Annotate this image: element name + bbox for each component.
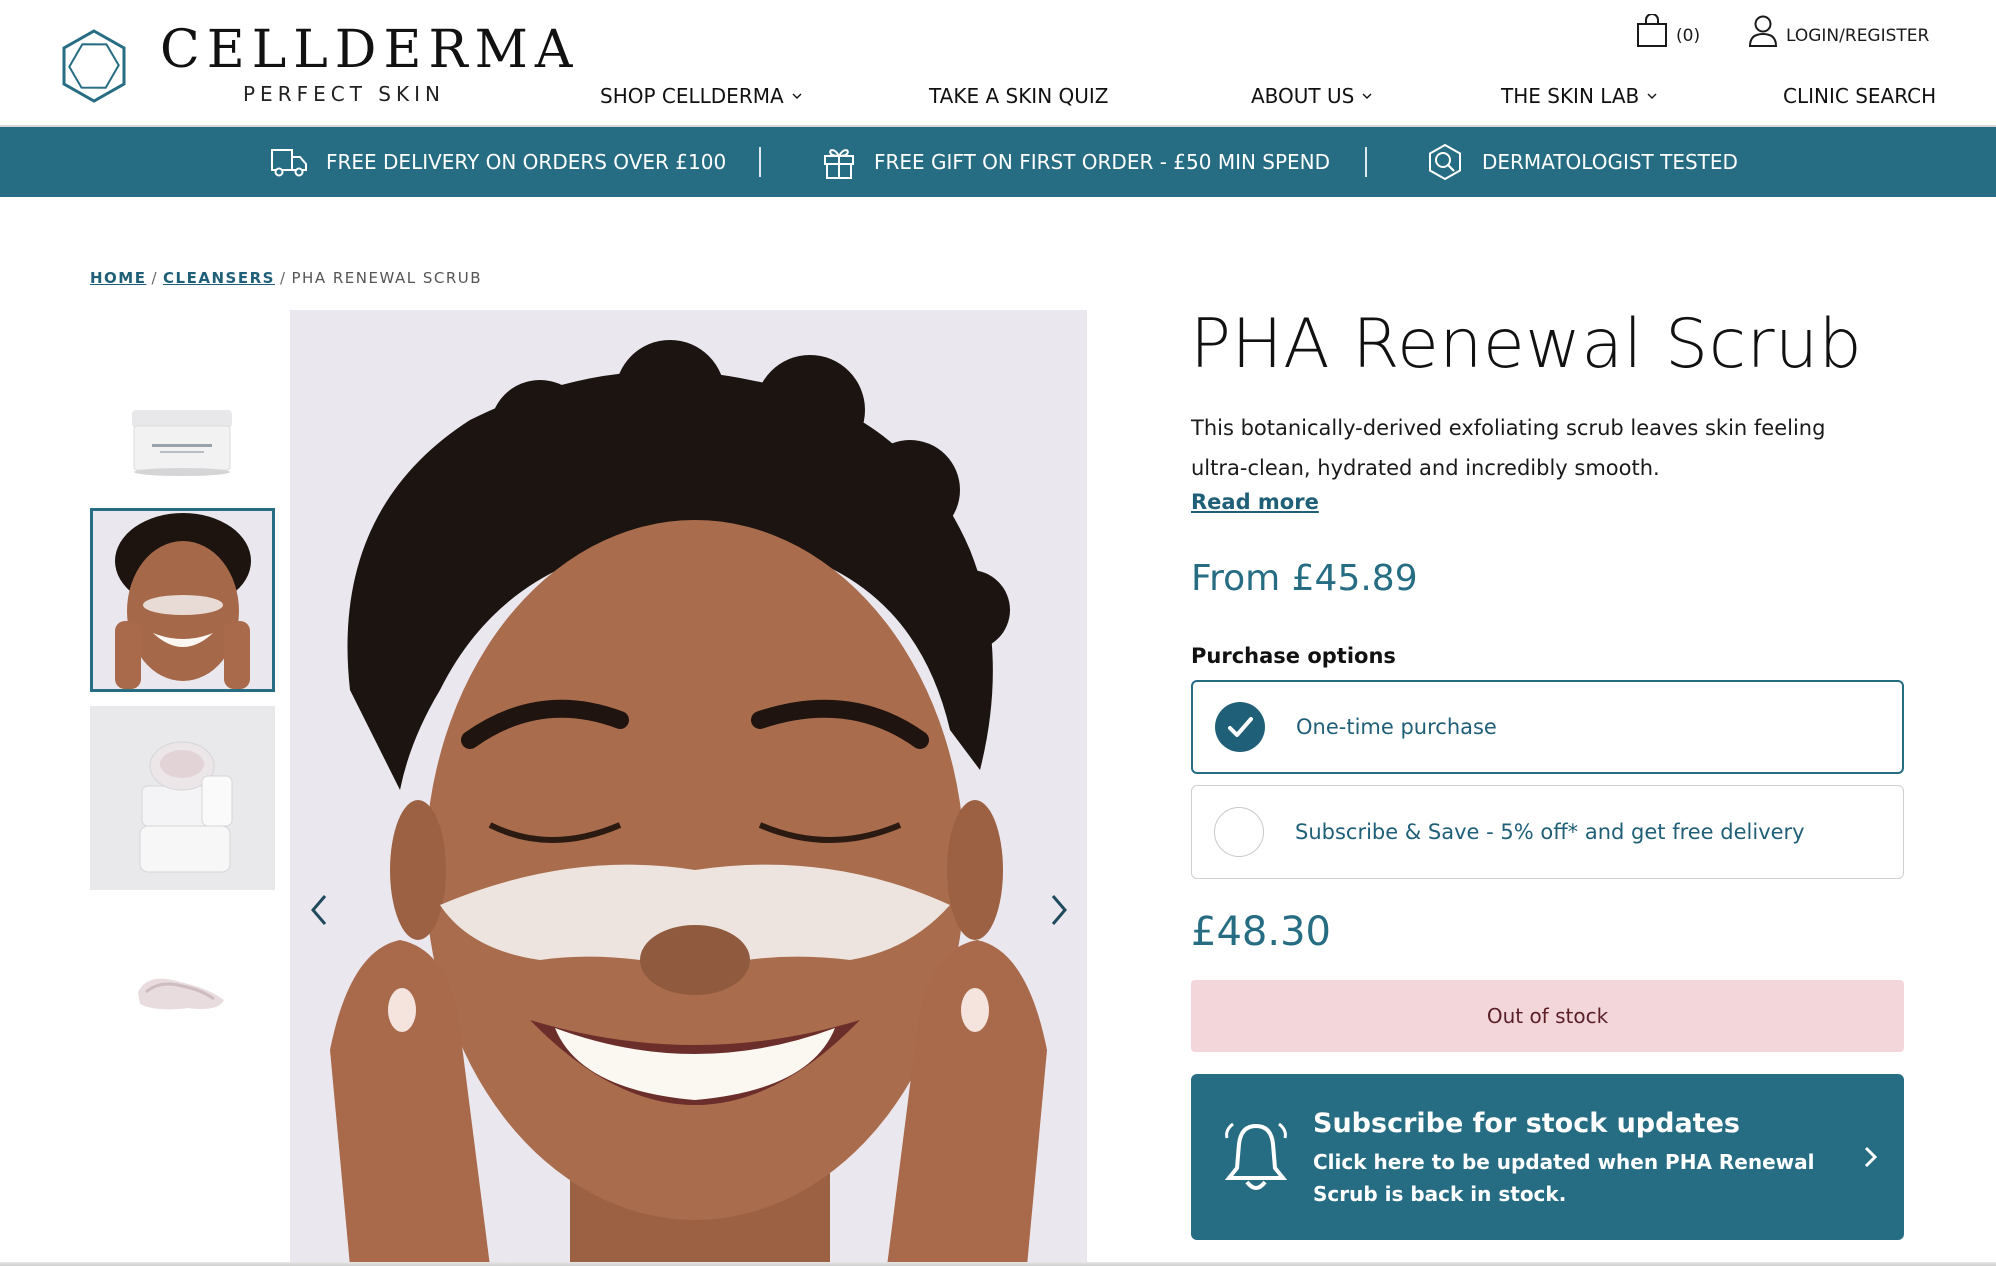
stacked-jars-image	[90, 706, 275, 890]
read-more-link[interactable]: Read more	[1191, 490, 1319, 514]
shopping-bag-icon	[1637, 14, 1667, 47]
product-price: £48.30	[1191, 909, 1331, 955]
breadcrumb: HOME / CLEANSERS / PHA RENEWAL SCRUB	[90, 269, 482, 287]
purchase-options-label: Purchase options	[1191, 644, 1396, 668]
product-description: This botanically-derived exfoliating scr…	[1191, 416, 1826, 480]
nav-skin-quiz[interactable]: TAKE A SKIN QUIZ	[929, 84, 1109, 108]
banner-text: FREE GIFT ON FIRST ORDER - £50 MIN SPEND	[874, 150, 1331, 174]
thumbnail-jar[interactable]	[90, 348, 275, 532]
user-icon	[1748, 15, 1778, 47]
banner-free-delivery: FREE DELIVERY ON ORDERS OVER £100	[270, 127, 726, 197]
out-of-stock-button[interactable]: Out of stock	[1191, 980, 1904, 1052]
truck-icon	[271, 149, 307, 177]
product-hero-image	[290, 310, 1087, 1266]
next-image-arrow-icon[interactable]	[1043, 890, 1073, 930]
banner-divider	[759, 147, 761, 177]
banner-free-gift: FREE GIFT ON FIRST ORDER - £50 MIN SPEND	[822, 127, 1330, 197]
checkmark-icon	[1228, 717, 1253, 737]
nav-skin-lab[interactable]: THE SKIN LAB	[1501, 84, 1657, 108]
nav-label: TAKE A SKIN QUIZ	[929, 84, 1109, 108]
option-label: One-time purchase	[1296, 715, 1497, 739]
brand-name[interactable]: CELLDERMA	[160, 20, 579, 80]
nav-label: SHOP CELLDERMA	[600, 84, 784, 108]
chevron-right-icon	[1864, 1146, 1878, 1168]
banner-text: FREE DELIVERY ON ORDERS OVER £100	[326, 150, 727, 174]
nav-label: ABOUT US	[1251, 84, 1355, 108]
scrub-texture-image	[90, 904, 275, 1088]
radio-unchecked-icon[interactable]	[1214, 807, 1264, 857]
model-face-image	[290, 310, 1087, 1266]
option-one-time-purchase[interactable]: One-time purchase	[1191, 680, 1904, 774]
cart-button[interactable]: (0)	[1636, 14, 1700, 48]
brand-tagline: PERFECT SKIN	[243, 82, 445, 106]
banner-dermatologist: DERMATOLOGIST TESTED	[1426, 127, 1738, 197]
login-register-link[interactable]: LOGIN/REGISTER	[1748, 14, 1929, 48]
magnifier-icon	[1429, 143, 1461, 181]
radio-checked-icon[interactable]	[1215, 702, 1265, 752]
nav-shop-cellderma[interactable]: SHOP CELLDERMA	[600, 84, 802, 108]
gift-icon	[824, 149, 854, 179]
notify-text: Click here to be updated when PHA Renewa…	[1313, 1150, 1815, 1206]
nav-clinic-search[interactable]: CLINIC SEARCH	[1783, 84, 1936, 108]
breadcrumb-home-link[interactable]: HOME	[90, 269, 146, 287]
page-bottom-edge	[0, 1262, 1996, 1266]
product-jar-image	[90, 348, 275, 532]
product-title: PHA Renewal Scrub	[1190, 305, 1863, 384]
from-price: From £45.89	[1191, 558, 1418, 599]
option-label: Subscribe & Save - 5% off* and get free …	[1295, 820, 1805, 844]
nav-label: THE SKIN LAB	[1501, 84, 1640, 108]
banner-text: DERMATOLOGIST TESTED	[1482, 150, 1738, 174]
thumbnail-model[interactable]	[90, 508, 275, 692]
stock-updates-subscribe-button[interactable]: Subscribe for stock updates Click here t…	[1191, 1074, 1904, 1240]
notify-title: Subscribe for stock updates	[1313, 1108, 1740, 1139]
thumbnail-texture[interactable]	[90, 904, 275, 1088]
promo-banner: FREE DELIVERY ON ORDERS OVER £100 FREE G…	[0, 127, 1996, 197]
login-label: LOGIN/REGISTER	[1786, 26, 1930, 46]
banner-divider	[1365, 147, 1367, 177]
breadcrumb-category-link[interactable]: CLEANSERS	[163, 269, 275, 287]
hexagon-logo-icon[interactable]	[58, 28, 130, 104]
breadcrumb-separator: /	[279, 269, 287, 287]
nav-about-us[interactable]: ABOUT US	[1251, 84, 1372, 108]
chevron-down-icon	[1362, 93, 1372, 99]
chevron-down-icon	[1647, 93, 1657, 99]
nav-label: CLINIC SEARCH	[1783, 84, 1937, 108]
prev-image-arrow-icon[interactable]	[305, 890, 335, 930]
chevron-down-icon	[792, 93, 802, 99]
bell-icon	[1224, 1122, 1288, 1190]
breadcrumb-current: PHA RENEWAL SCRUB	[291, 269, 483, 287]
site-header: CELLDERMA PERFECT SKIN (0) LOGIN/REGISTE…	[0, 0, 1996, 127]
cart-count: (0)	[1676, 26, 1701, 46]
model-thumbnail-image	[93, 511, 272, 689]
breadcrumb-separator: /	[151, 269, 159, 287]
thumbnail-stacked-jars[interactable]	[90, 706, 275, 890]
option-subscribe-save[interactable]: Subscribe & Save - 5% off* and get free …	[1191, 785, 1904, 879]
